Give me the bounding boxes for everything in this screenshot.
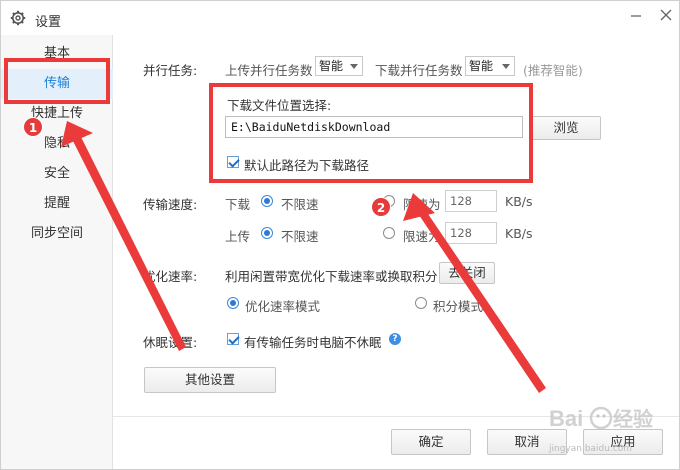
speed-section-label: 传输速度:	[143, 197, 198, 212]
download-location-title: 下载文件位置选择:	[227, 98, 332, 113]
parallel-section-label: 并行任务:	[143, 63, 198, 78]
gear-icon	[10, 10, 26, 26]
settings-sidebar: 基本 传输 快捷上传 隐私 安全 提醒 同步空间	[1, 35, 113, 469]
download-parallel-value: 智能	[469, 59, 494, 73]
download-parallel-dropdown[interactable]: 智能	[465, 56, 515, 76]
points-mode-radio[interactable]	[415, 297, 427, 309]
watermark-url: jingyan.baidu.com	[549, 444, 633, 454]
sleep-section-label: 休眠设置:	[143, 335, 198, 350]
optimize-speed-radio[interactable]	[227, 297, 239, 309]
upload-limit-label: 限速为	[403, 229, 441, 244]
download-parallel-label: 下载并行任务数	[375, 63, 463, 78]
svg-text:Bai: Bai	[549, 406, 583, 431]
download-unlimited-label: 不限速	[281, 197, 319, 212]
upload-parallel-label: 上传并行任务数	[225, 63, 313, 78]
optimize-section-label: 优化速率:	[143, 269, 198, 284]
optimize-speed-label: 优化速率模式	[245, 299, 321, 314]
download-limit-input[interactable]: 128	[445, 190, 497, 212]
upload-limit-radio[interactable]	[383, 227, 395, 239]
download-unlimited-radio[interactable]	[261, 195, 273, 207]
upload-parallel-value: 智能	[319, 59, 344, 73]
sidebar-item-reminder[interactable]: 提醒	[1, 189, 113, 219]
window-title: 设置	[35, 15, 62, 30]
svg-text:经验: 经验	[613, 407, 653, 431]
settings-window: 设置 基本 传输 快捷上传 隐私 安全 提醒 同步空间 并行任务: 上传并行任务…	[0, 0, 680, 470]
browse-button[interactable]: 浏览	[531, 116, 601, 140]
upload-speed-unit: KB/s	[505, 226, 533, 241]
close-optimize-button[interactable]: 去关闭	[439, 262, 495, 284]
sidebar-item-sync-space[interactable]: 同步空间	[1, 219, 113, 249]
sidebar-item-quick-upload[interactable]: 快捷上传	[1, 99, 113, 129]
upload-unlimited-radio[interactable]	[261, 227, 273, 239]
sidebar-item-privacy[interactable]: 隐私	[1, 129, 113, 159]
upload-speed-label: 上传	[225, 229, 251, 244]
sidebar-item-transfer[interactable]: 传输	[1, 69, 113, 99]
minimize-icon[interactable]	[623, 4, 649, 26]
sidebar-item-basic[interactable]: 基本	[1, 39, 113, 69]
no-sleep-checkbox[interactable]	[227, 333, 239, 345]
help-icon[interactable]: ?	[389, 333, 401, 345]
chevron-down-icon	[502, 64, 510, 69]
title-bar: 设置	[1, 1, 679, 35]
chevron-down-icon	[350, 64, 358, 69]
download-speed-label: 下载	[225, 197, 251, 212]
points-mode-label: 积分模式	[433, 299, 484, 314]
close-icon[interactable]	[653, 4, 679, 26]
download-speed-unit: KB/s	[505, 194, 533, 209]
default-path-label: 默认此路径为下载路径	[244, 158, 370, 173]
upload-parallel-dropdown[interactable]: 智能	[315, 56, 363, 76]
optimize-description: 利用闲置带宽优化下载速率或换取积分	[225, 269, 438, 284]
other-settings-button[interactable]: 其他设置	[144, 367, 276, 393]
sidebar-item-security[interactable]: 安全	[1, 159, 113, 189]
upload-unlimited-label: 不限速	[281, 229, 319, 244]
annotation-badge-2: 2	[371, 197, 391, 217]
download-limit-label: 限速为	[403, 197, 441, 212]
annotation-badge-1: 1	[23, 117, 43, 137]
recommend-hint: (推荐智能)	[523, 63, 583, 78]
upload-limit-input[interactable]: 128	[445, 222, 497, 244]
ok-button[interactable]: 确定	[391, 429, 471, 455]
download-path-input[interactable]: E:\BaiduNetdiskDownload	[225, 116, 523, 138]
no-sleep-label: 有传输任务时电脑不休眠	[244, 335, 382, 350]
baidu-jingyan-watermark-logo: Bai 经验	[549, 406, 653, 431]
default-path-checkbox[interactable]	[227, 156, 239, 168]
